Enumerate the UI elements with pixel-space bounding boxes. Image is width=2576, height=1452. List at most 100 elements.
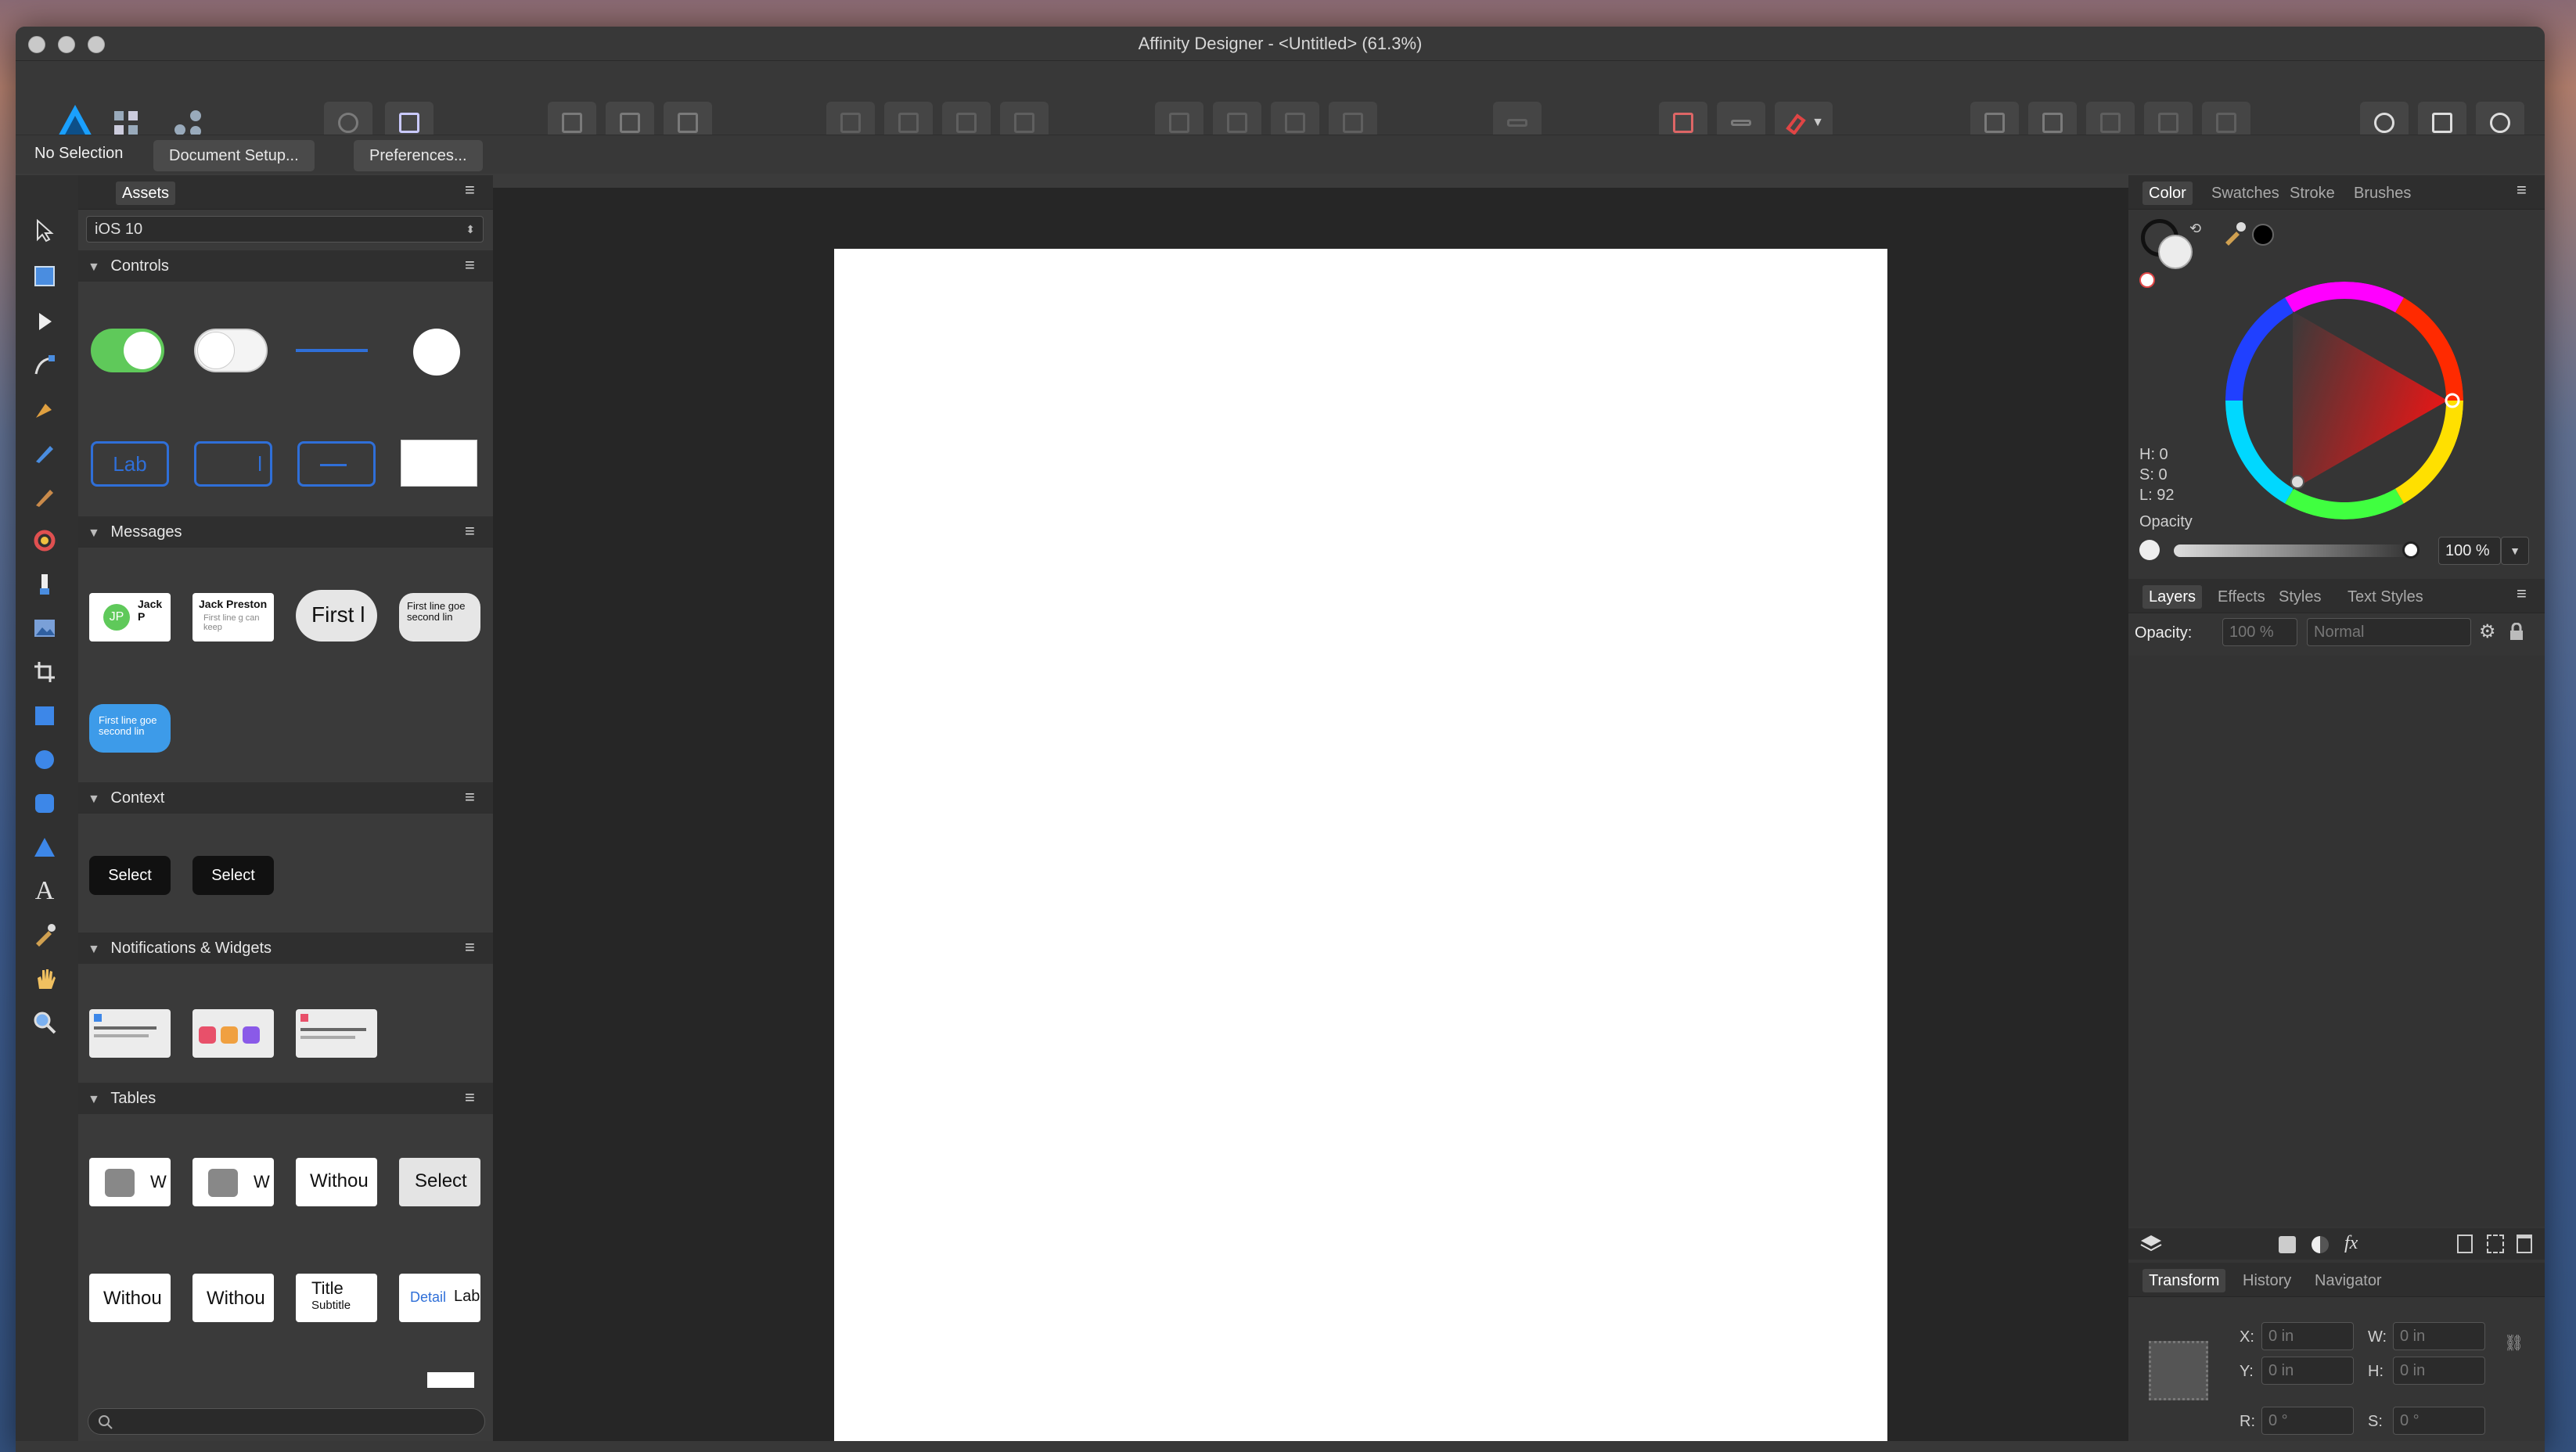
table-asset-4[interactable]: Select bbox=[399, 1158, 480, 1206]
y-field[interactable]: 0 in bbox=[2261, 1357, 2354, 1385]
link-aspect-icon[interactable]: ⛓ bbox=[2504, 1333, 2524, 1377]
table-asset-2[interactable]: W bbox=[192, 1158, 274, 1206]
message-asset-1[interactable]: JP Jack P bbox=[89, 593, 171, 642]
delete-layer-icon[interactable] bbox=[2517, 1235, 2532, 1253]
assets-menu-icon[interactable]: ≡ bbox=[465, 182, 482, 199]
preferences-button[interactable]: Preferences... bbox=[354, 140, 483, 171]
pencil-tool-icon[interactable] bbox=[27, 435, 63, 471]
fx-icon[interactable]: fx bbox=[2344, 1233, 2358, 1254]
view-hand-tool-icon[interactable] bbox=[27, 961, 63, 997]
stepper-asset[interactable] bbox=[297, 441, 376, 487]
color-wheel[interactable] bbox=[2225, 282, 2463, 519]
x-field[interactable]: 0 in bbox=[2261, 1322, 2354, 1350]
notification-asset-1[interactable] bbox=[89, 1009, 171, 1058]
zoom-tool-icon[interactable] bbox=[27, 1005, 63, 1040]
layer-opacity-field[interactable]: 100 % bbox=[2222, 618, 2297, 646]
tab-navigator[interactable]: Navigator bbox=[2315, 1269, 2382, 1292]
section-menu-icon[interactable]: ≡ bbox=[465, 789, 482, 806]
lock-icon[interactable] bbox=[2509, 622, 2524, 642]
message-asset-4[interactable]: First line goe second lin bbox=[399, 593, 480, 642]
fill-tool-icon[interactable] bbox=[27, 523, 63, 559]
document-page[interactable] bbox=[834, 249, 1887, 1452]
message-asset-3[interactable]: First l bbox=[296, 590, 377, 642]
rounded-rectangle-tool-icon[interactable] bbox=[27, 785, 63, 821]
no-fill-icon[interactable] bbox=[2139, 272, 2155, 288]
h-field[interactable]: 0 in bbox=[2393, 1357, 2485, 1385]
section-tables[interactable]: ▼ Tables ≡ bbox=[78, 1083, 493, 1114]
node-tool-icon[interactable] bbox=[27, 304, 63, 340]
section-menu-icon[interactable]: ≡ bbox=[465, 523, 482, 540]
assets-search-input[interactable] bbox=[88, 1408, 485, 1435]
widget-asset[interactable] bbox=[192, 1009, 274, 1058]
tab-transform[interactable]: Transform bbox=[2142, 1269, 2226, 1292]
color-picker-icon[interactable] bbox=[2222, 221, 2247, 246]
swap-colors-icon[interactable]: ⟲ bbox=[2189, 221, 2205, 236]
crop-tool-icon[interactable] bbox=[27, 654, 63, 690]
message-asset-5[interactable]: First line goe second lin bbox=[89, 704, 171, 753]
section-notifications[interactable]: ▼ Notifications & Widgets ≡ bbox=[78, 933, 493, 964]
message-asset-2[interactable]: Jack Preston First line g can keep bbox=[192, 593, 274, 642]
section-controls[interactable]: ▼ Controls ≡ bbox=[78, 250, 493, 282]
tab-color[interactable]: Color bbox=[2142, 182, 2193, 205]
table-asset-3[interactable]: Withou bbox=[296, 1158, 377, 1206]
gear-icon[interactable]: ⚙ bbox=[2479, 621, 2501, 643]
mask-icon[interactable] bbox=[2279, 1236, 2296, 1253]
tab-swatches[interactable]: Swatches bbox=[2211, 182, 2279, 205]
color-picker-tool-icon[interactable] bbox=[27, 917, 63, 953]
picker-asset[interactable] bbox=[401, 440, 477, 487]
tab-stroke[interactable]: Stroke bbox=[2290, 182, 2335, 205]
move-tool-icon[interactable] bbox=[27, 213, 63, 249]
opacity-slider[interactable] bbox=[2174, 541, 2419, 559]
fill-stroke-well[interactable] bbox=[2141, 219, 2193, 269]
picked-color-swatch[interactable] bbox=[2252, 224, 2274, 246]
section-context[interactable]: ▼ Context ≡ bbox=[78, 782, 493, 814]
layers-list[interactable] bbox=[2128, 656, 2545, 1227]
tab-brushes[interactable]: Brushes bbox=[2354, 182, 2411, 205]
opacity-dropdown-icon[interactable]: ▼ bbox=[2501, 537, 2529, 565]
layers-panel-menu-icon[interactable]: ≡ bbox=[2517, 585, 2534, 602]
tab-styles[interactable]: Styles bbox=[2279, 585, 2321, 609]
label-field-asset[interactable]: Lab bbox=[91, 441, 169, 487]
tab-layers[interactable]: Layers bbox=[2142, 585, 2203, 609]
table-asset-1[interactable]: W bbox=[89, 1158, 171, 1206]
ellipse-tool-icon[interactable] bbox=[27, 742, 63, 778]
transparency-tool-icon[interactable] bbox=[27, 566, 63, 602]
artboard-tool-icon[interactable] bbox=[27, 258, 63, 294]
section-menu-icon[interactable]: ≡ bbox=[465, 1089, 482, 1106]
rotation-field[interactable]: 0 ° bbox=[2261, 1407, 2354, 1435]
slider-knob-asset[interactable] bbox=[413, 329, 460, 376]
notification-asset-2[interactable] bbox=[296, 1009, 377, 1058]
tab-assets[interactable]: Assets bbox=[116, 182, 176, 205]
table-asset-9[interactable] bbox=[427, 1372, 474, 1388]
place-image-tool-icon[interactable] bbox=[27, 610, 63, 646]
layers-stack-icon[interactable] bbox=[2139, 1232, 2163, 1256]
add-layer-icon[interactable] bbox=[2457, 1235, 2473, 1253]
adjustment-icon[interactable] bbox=[2312, 1236, 2329, 1253]
text-tool-icon[interactable]: A bbox=[27, 873, 63, 909]
point-transform-tool-icon[interactable] bbox=[27, 347, 63, 383]
section-menu-icon[interactable]: ≡ bbox=[465, 257, 482, 274]
section-menu-icon[interactable]: ≡ bbox=[465, 939, 482, 956]
switch-off-asset[interactable] bbox=[194, 329, 268, 372]
opacity-value-field[interactable]: 100 % bbox=[2438, 537, 2501, 565]
pen-tool-icon[interactable] bbox=[27, 391, 63, 427]
slider-asset[interactable] bbox=[296, 349, 368, 352]
table-asset-8[interactable]: Detail Lab bbox=[399, 1274, 480, 1322]
segmented-control-asset[interactable]: l bbox=[194, 441, 272, 487]
color-panel-menu-icon[interactable]: ≡ bbox=[2517, 182, 2534, 199]
section-messages[interactable]: ▼ Messages ≡ bbox=[78, 516, 493, 548]
triangle-tool-icon[interactable] bbox=[27, 829, 63, 865]
table-asset-5[interactable]: Withou bbox=[89, 1274, 171, 1322]
vector-brush-tool-icon[interactable] bbox=[27, 479, 63, 515]
switch-on-asset[interactable] bbox=[91, 329, 164, 372]
context-asset-1[interactable]: Select bbox=[89, 856, 171, 895]
blend-mode-select[interactable]: Normal bbox=[2307, 618, 2471, 646]
table-asset-7[interactable]: Title Subtitle bbox=[296, 1274, 377, 1322]
tab-effects[interactable]: Effects bbox=[2218, 585, 2265, 609]
rectangle-tool-icon[interactable] bbox=[27, 698, 63, 734]
anchor-point-selector[interactable] bbox=[2149, 1341, 2208, 1400]
w-field[interactable]: 0 in bbox=[2393, 1322, 2485, 1350]
group-layers-icon[interactable] bbox=[2487, 1235, 2504, 1253]
context-asset-2[interactable]: Select bbox=[192, 856, 274, 895]
asset-library-select[interactable]: iOS 10 ⬍ bbox=[86, 216, 484, 243]
